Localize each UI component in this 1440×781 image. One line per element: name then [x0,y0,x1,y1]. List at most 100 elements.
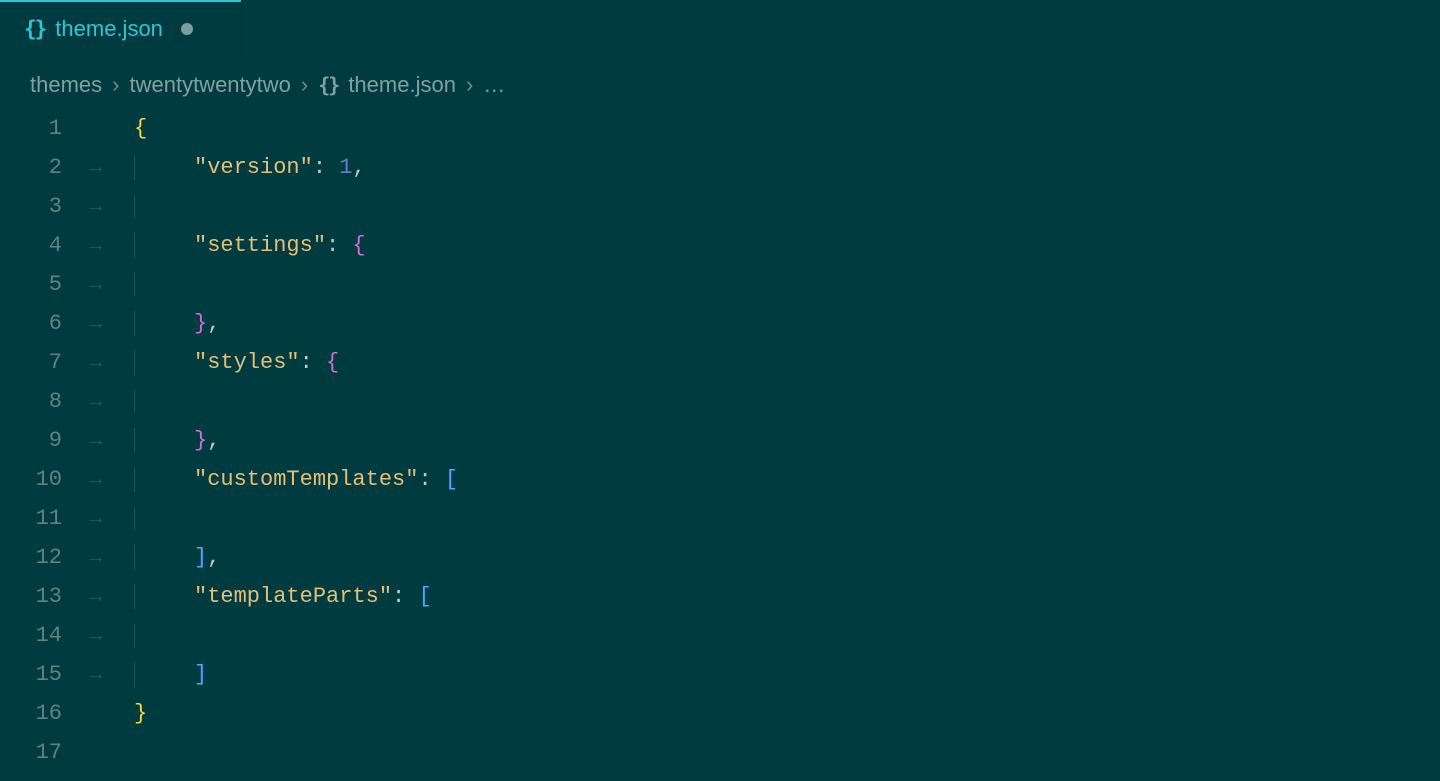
code-line[interactable]: 12→], [0,538,1440,577]
code-line[interactable]: 4→ "settings": { [0,226,1440,265]
line-number: 7 [0,350,90,375]
token: [ [432,467,458,492]
code-content[interactable]: → [90,390,1440,413]
code-content[interactable]: } [90,701,1440,726]
token: "customTemplates" [194,467,418,492]
whitespace-tab-icon: → [90,430,150,453]
line-number: 9 [0,428,90,453]
line-number: 8 [0,389,90,414]
code-content[interactable]: →], [90,545,1440,570]
token: : [313,155,326,180]
token: } [194,428,207,453]
chevron-right-icon: › [112,72,119,98]
token: "version" [194,155,313,180]
code-line[interactable]: 15→] [0,655,1440,694]
code-content[interactable]: → "templateParts": [ [90,584,1440,609]
token: , [207,311,220,336]
token: ] [194,662,207,687]
whitespace-tab-icon: → [90,586,150,609]
line-number: 5 [0,272,90,297]
code-line[interactable]: 10→"customTemplates": [ [0,460,1440,499]
code-line[interactable]: 7→ "styles": { [0,343,1440,382]
code-line[interactable]: 5→ [0,265,1440,304]
token: { [134,116,147,141]
code-content[interactable]: →] [90,662,1440,687]
token: "templateParts" [194,584,392,609]
line-number: 13 [0,584,90,609]
line-number: 15 [0,662,90,687]
whitespace-tab-icon: → [90,235,150,258]
whitespace-tab-icon: → [90,157,150,180]
code-line[interactable]: 16 } [0,694,1440,733]
line-number: 11 [0,506,90,531]
whitespace-tab-icon: → [90,352,150,375]
whitespace-tab-icon: → [90,391,150,414]
code-content[interactable]: → [90,195,1440,218]
token: "styles" [194,350,300,375]
breadcrumb: themes › twentytwentytwo › {} theme.json… [0,65,1440,105]
token: ] [194,545,207,570]
line-number: 10 [0,467,90,492]
code-line[interactable]: 6→}, [0,304,1440,343]
code-content[interactable]: { [90,116,1440,141]
line-number: 12 [0,545,90,570]
whitespace-tab-icon: → [90,274,150,297]
code-line[interactable]: 2→ "version": 1, [0,148,1440,187]
token: { [339,233,365,258]
tab-label: theme.json [55,16,163,42]
breadcrumb-item[interactable]: … [483,72,505,98]
braces-icon: {} [318,73,338,97]
code-content[interactable]: → "settings": { [90,233,1440,258]
code-content[interactable]: →"customTemplates": [ [90,467,1440,492]
line-number: 6 [0,311,90,336]
tab-theme-json[interactable]: {} theme.json [0,0,242,57]
code-content[interactable]: → [90,273,1440,296]
code-line[interactable]: 9→}, [0,421,1440,460]
code-line[interactable]: 13→ "templateParts": [ [0,577,1440,616]
whitespace-tab-icon: → [90,547,150,570]
code-line[interactable]: 8→ [0,382,1440,421]
chevron-right-icon: › [466,72,473,98]
unsaved-dot-icon[interactable] [181,23,193,35]
chevron-right-icon: › [301,72,308,98]
line-number: 4 [0,233,90,258]
token: , [207,428,220,453]
code-content[interactable]: → [90,507,1440,530]
token: { [313,350,339,375]
code-content[interactable]: → "version": 1, [90,155,1440,180]
token: 1 [326,155,352,180]
code-line[interactable]: 1 { [0,109,1440,148]
code-line[interactable]: 17 [0,733,1440,772]
code-content[interactable]: → [90,624,1440,647]
whitespace-tab-icon: → [90,508,150,531]
whitespace-tab-icon: → [90,625,150,648]
token: } [134,701,147,726]
token: , [207,545,220,570]
code-content[interactable] [90,740,1440,765]
braces-icon: {} [24,17,45,41]
line-number: 16 [0,701,90,726]
whitespace-tab-icon: → [90,664,150,687]
code-line[interactable]: 14→ [0,616,1440,655]
code-line[interactable]: 3→ [0,187,1440,226]
line-number: 17 [0,740,90,765]
token: : [392,584,405,609]
code-content[interactable]: → "styles": { [90,350,1440,375]
code-content[interactable]: →}, [90,428,1440,453]
token: [ [405,584,431,609]
whitespace-tab-icon: → [90,196,150,219]
code-content[interactable]: →}, [90,311,1440,336]
breadcrumb-item[interactable]: themes [30,72,102,98]
code-editor[interactable]: 1 {2→"version": 1,3→4→"settings": {5→6→}… [0,105,1440,772]
token: : [326,233,339,258]
code-line[interactable]: 11→ [0,499,1440,538]
token: , [352,155,365,180]
token: } [194,311,207,336]
breadcrumb-item[interactable]: theme.json [348,72,456,98]
token: : [300,350,313,375]
token: "settings" [194,233,326,258]
line-number: 2 [0,155,90,180]
tab-bar: {} theme.json [0,0,1440,57]
token: : [418,467,431,492]
breadcrumb-item[interactable]: twentytwentytwo [129,72,290,98]
